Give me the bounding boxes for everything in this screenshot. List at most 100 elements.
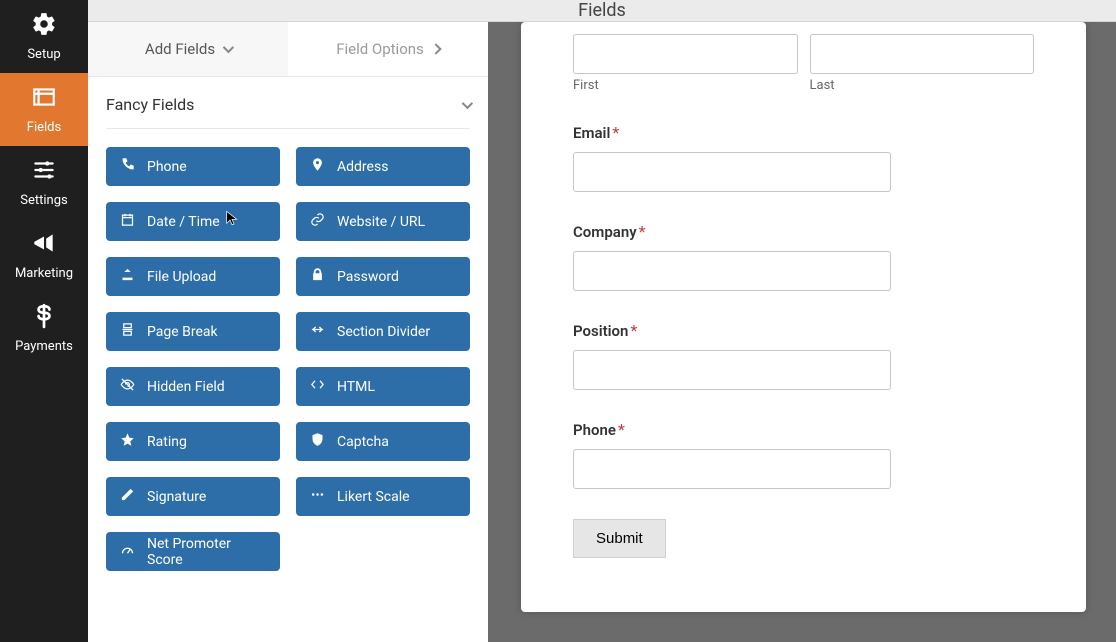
- field-hidden[interactable]: Hidden Field: [106, 367, 280, 406]
- first-name-input[interactable]: [573, 34, 798, 74]
- field-label: Rating: [147, 434, 187, 450]
- divider-icon: [310, 322, 325, 341]
- field-captcha[interactable]: Captcha: [296, 422, 470, 461]
- phone-label: Phone: [573, 421, 616, 439]
- name-first-col: First: [573, 34, 798, 93]
- calendar-icon: [120, 212, 135, 231]
- star-icon: [120, 432, 135, 451]
- field-upload[interactable]: File Upload: [106, 257, 280, 296]
- field-address[interactable]: Address: [296, 147, 470, 186]
- chevron-down-icon: [223, 42, 234, 53]
- required-mark: *: [630, 321, 637, 340]
- pin-icon: [310, 157, 325, 176]
- topbar: Fields: [88, 0, 1116, 22]
- phone-input[interactable]: [573, 449, 891, 489]
- company-label: Company: [573, 223, 637, 241]
- field-url[interactable]: Website / URL: [296, 202, 470, 241]
- field-phone[interactable]: Phone: [106, 147, 280, 186]
- sidebar-item-settings[interactable]: Settings: [0, 146, 88, 219]
- field-label: Section Divider: [337, 324, 430, 340]
- shield-icon: [310, 432, 325, 451]
- main-area: Fields Add Fields Field Options Fancy Fi…: [88, 0, 1116, 619]
- company-input[interactable]: [573, 251, 891, 291]
- sidebar-item-payments[interactable]: Payments: [0, 292, 88, 365]
- required-mark: *: [618, 420, 625, 439]
- phone-block: Phone*: [573, 420, 1034, 489]
- position-input[interactable]: [573, 350, 891, 390]
- sidebar: Setup Fields Settings Marketing Payments: [0, 0, 88, 619]
- field-label: File Upload: [147, 269, 216, 285]
- chevron-right-icon: [430, 43, 441, 54]
- phone-icon: [120, 157, 135, 176]
- gear-icon: [31, 11, 57, 41]
- sidebar-item-marketing[interactable]: Marketing: [0, 219, 88, 292]
- gauge-icon: [120, 542, 135, 561]
- sidebar-label: Setup: [27, 47, 60, 62]
- field-label: Address: [337, 159, 388, 175]
- name-last-col: Last: [810, 34, 1035, 93]
- chevron-down-icon: [462, 97, 473, 108]
- sidebar-label: Settings: [20, 193, 67, 208]
- page-title: Fields: [578, 0, 626, 21]
- position-label: Position: [573, 322, 628, 340]
- field-nps[interactable]: Net Promoter Score: [106, 532, 280, 571]
- field-likert[interactable]: Likert Scale: [296, 477, 470, 516]
- position-block: Position*: [573, 321, 1034, 390]
- sidebar-label: Marketing: [15, 266, 73, 281]
- link-icon: [310, 212, 325, 231]
- field-grid: Phone Address Date / Time Website / URL …: [88, 129, 488, 589]
- form-card: First Last Email* Company*: [521, 22, 1086, 612]
- dots-icon: [310, 487, 325, 506]
- field-datetime[interactable]: Date / Time: [106, 202, 280, 241]
- email-input[interactable]: [573, 152, 891, 192]
- sidebar-label: Fields: [27, 120, 61, 135]
- field-label: Likert Scale: [337, 489, 410, 505]
- dollar-icon: [31, 303, 57, 333]
- tab-add-fields[interactable]: Add Fields: [88, 22, 288, 76]
- last-name-input[interactable]: [810, 34, 1035, 74]
- tab-label: Add Fields: [145, 40, 215, 58]
- code-icon: [310, 377, 325, 396]
- field-label: Captcha: [337, 434, 389, 450]
- field-pagebreak[interactable]: Page Break: [106, 312, 280, 351]
- field-label: Signature: [147, 489, 206, 505]
- field-divider[interactable]: Section Divider: [296, 312, 470, 351]
- field-rating[interactable]: Rating: [106, 422, 280, 461]
- panel-tabs: Add Fields Field Options: [88, 22, 488, 77]
- field-password[interactable]: Password: [296, 257, 470, 296]
- required-mark: *: [639, 222, 646, 241]
- pencil-icon: [120, 487, 135, 506]
- megaphone-icon: [31, 230, 57, 260]
- upload-icon: [120, 267, 135, 286]
- company-block: Company*: [573, 222, 1034, 291]
- group-title: Fancy Fields: [106, 95, 194, 114]
- tab-field-options[interactable]: Field Options: [288, 22, 488, 76]
- group-fancy-fields[interactable]: Fancy Fields: [106, 95, 470, 129]
- sidebar-item-fields[interactable]: Fields: [0, 73, 88, 146]
- sliders-icon: [31, 157, 57, 187]
- field-signature[interactable]: Signature: [106, 477, 280, 516]
- sidebar-label: Payments: [15, 339, 73, 354]
- field-label: Website / URL: [337, 214, 425, 230]
- field-label: HTML: [337, 379, 375, 395]
- last-name-sublabel: Last: [810, 78, 1035, 93]
- field-label: Hidden Field: [147, 379, 225, 395]
- field-label: Net Promoter Score: [147, 536, 266, 568]
- field-label: Phone: [147, 159, 187, 175]
- fields-panel: Add Fields Field Options Fancy Fields Ph…: [88, 22, 491, 642]
- required-mark: *: [612, 123, 619, 142]
- tab-label: Field Options: [336, 40, 424, 58]
- first-name-sublabel: First: [573, 78, 798, 93]
- form-preview: First Last Email* Company*: [491, 22, 1116, 642]
- field-html[interactable]: HTML: [296, 367, 470, 406]
- sidebar-item-setup[interactable]: Setup: [0, 0, 88, 73]
- field-label: Password: [337, 269, 399, 285]
- field-label: Page Break: [147, 324, 218, 340]
- email-label: Email: [573, 124, 610, 142]
- field-label: Date / Time: [147, 214, 220, 230]
- eye-off-icon: [120, 377, 135, 396]
- form-icon: [31, 84, 57, 114]
- pagebreak-icon: [120, 322, 135, 341]
- email-block: Email*: [573, 123, 1034, 192]
- submit-button[interactable]: Submit: [573, 519, 666, 558]
